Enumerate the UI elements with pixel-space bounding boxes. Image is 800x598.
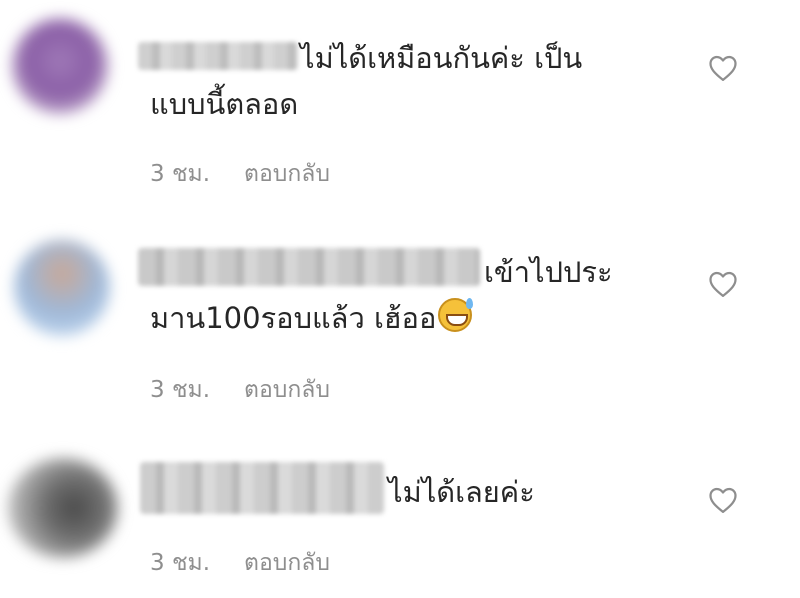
comment-text: เข้าไปประ <box>484 255 613 289</box>
username-blurred[interactable] <box>140 462 384 514</box>
comment-text-continued: แบบนี้ตลอด <box>150 87 299 121</box>
comment-meta: 3 ชม. ตอบกลับ <box>150 372 330 408</box>
comment-text: ไม่ได้เหมือนกันค่ะ เป็น <box>300 41 583 75</box>
avatar[interactable] <box>12 18 108 114</box>
comment-timestamp: 3 ชม. <box>150 161 211 187</box>
reply-button[interactable]: ตอบกลับ <box>244 545 330 581</box>
heart-outline-icon[interactable] <box>708 486 738 514</box>
comment-meta: 3 ชม. ตอบกลับ <box>150 156 330 192</box>
comment-list: ไม่ได้เหมือนกันค่ะ เป็น แบบนี้ตลอด 3 ชม.… <box>0 0 800 598</box>
comment-text-continued: มาน100รอบแล้ว เฮ้ออ <box>150 296 474 340</box>
heart-outline-icon[interactable] <box>708 270 738 298</box>
username-blurred[interactable] <box>138 42 298 70</box>
reply-button[interactable]: ตอบกลับ <box>244 156 330 192</box>
heart-outline-icon[interactable] <box>708 54 738 82</box>
avatar[interactable] <box>14 240 110 336</box>
username-blurred[interactable] <box>138 248 480 286</box>
grinning-sweat-emoji-icon <box>438 298 474 332</box>
comment-meta: 3 ชม. ตอบกลับ <box>150 545 330 581</box>
comment-text: ไม่ได้เลยค่ะ <box>388 475 535 509</box>
comment-timestamp: 3 ชม. <box>150 550 211 576</box>
comment-text-line: มาน100รอบแล้ว เฮ้ออ <box>150 301 437 335</box>
comment-timestamp: 3 ชม. <box>150 377 211 403</box>
reply-button[interactable]: ตอบกลับ <box>244 372 330 408</box>
avatar[interactable] <box>8 458 118 558</box>
